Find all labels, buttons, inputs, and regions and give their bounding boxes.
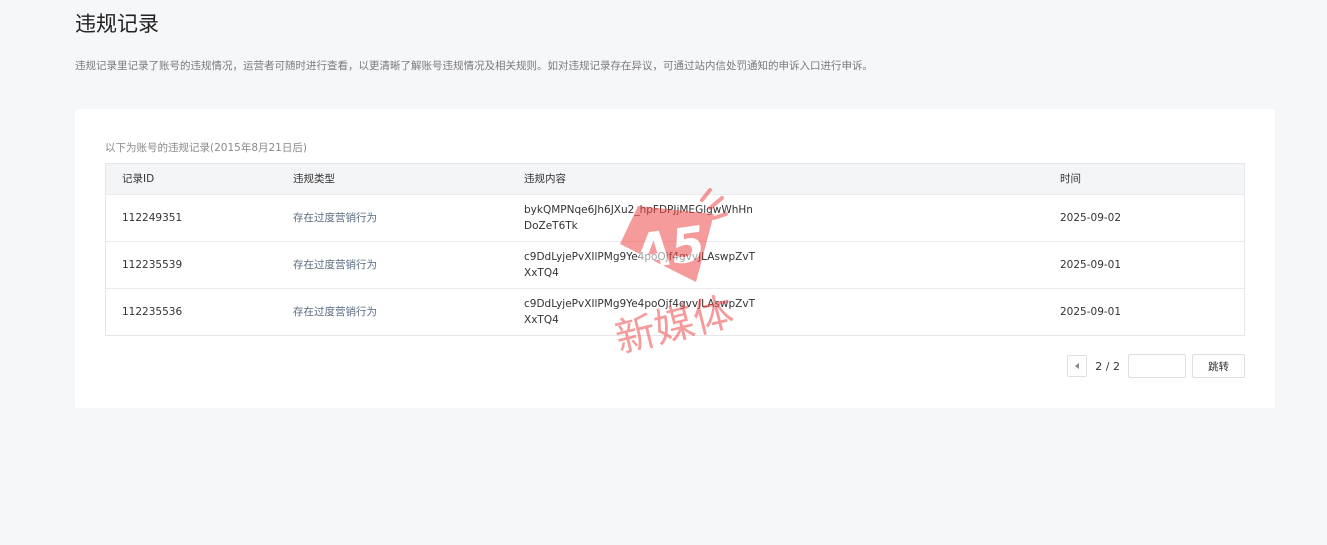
- column-header-content: 违规内容: [524, 173, 566, 186]
- page-info: 2 / 2: [1095, 359, 1120, 373]
- violation-content-cell: bykQMPNqe6Jh6JXu2_hpFDPJjMEGlgwWhHnDoZeT…: [508, 194, 1044, 241]
- record-time: 2025-09-01: [1060, 305, 1122, 318]
- record-time: 2025-09-02: [1060, 211, 1122, 224]
- table-row: 112235539 存在过度营销行为 c9DdLyjePvXIlPMg9Ye4p…: [106, 241, 1244, 288]
- violation-records-page: 违规记录 违规记录里记录了账号的违规情况，运营者可随时进行查看，以更清晰了解账号…: [0, 0, 1327, 545]
- page-title: 违规记录: [75, 12, 159, 36]
- records-table: 记录ID 违规类型 违规内容 时间 112249351 存在过度营销行为 byk…: [105, 163, 1245, 336]
- chevron-left-icon: [1075, 363, 1080, 369]
- record-id: 112235539: [122, 258, 183, 271]
- violation-content-cell: c9DdLyjePvXIlPMg9Ye4poOjf4gvvJLAswpZvTXx…: [508, 288, 1044, 335]
- table-row: 112249351 存在过度营销行为 bykQMPNqe6Jh6JXu2_hpF…: [106, 194, 1244, 241]
- prev-page-button[interactable]: [1067, 355, 1088, 377]
- record-id: 112235536: [122, 305, 183, 318]
- record-id: 112249351: [122, 211, 183, 224]
- violation-type: 存在过度营销行为: [293, 306, 377, 319]
- violation-content: c9DdLyjePvXIlPMg9Ye4poOjf4gvvJLAswpZvTXx…: [524, 250, 755, 279]
- violation-type: 存在过度营销行为: [293, 212, 377, 224]
- violation-content: c9DdLyjePvXIlPMg9Ye4poOjf4gvvJLAswpZvTXx…: [524, 297, 755, 326]
- page-description: 违规记录里记录了账号的违规情况，运营者可随时进行查看，以更清晰了解账号违规情况及…: [75, 60, 873, 72]
- record-time: 2025-09-01: [1060, 258, 1122, 271]
- page-number-input[interactable]: [1128, 354, 1186, 378]
- column-header-type: 违规类型: [293, 173, 335, 186]
- table-row: 112235536 存在过度营销行为 c9DdLyjePvXIlPMg9Ye4p…: [106, 288, 1244, 335]
- violation-content-cell: c9DdLyjePvXIlPMg9Ye4poOjf4gvvJLAswpZvTXx…: [508, 241, 1044, 288]
- column-header-id: 记录ID: [122, 173, 155, 186]
- pagination: 2 / 2 跳转: [1067, 354, 1245, 378]
- violation-type: 存在过度营销行为: [293, 259, 377, 271]
- column-header-time: 时间: [1060, 173, 1081, 186]
- violation-content: bykQMPNqe6Jh6JXu2_hpFDPJjMEGlgwWhHnDoZeT…: [524, 203, 753, 232]
- table-header-row: 记录ID 违规类型 违规内容 时间: [106, 164, 1244, 194]
- table-caption: 以下为账号的违规记录(2015年8月21日后): [105, 142, 307, 154]
- jump-button[interactable]: 跳转: [1192, 354, 1245, 378]
- records-card: 以下为账号的违规记录(2015年8月21日后) 记录ID 违规类型 违规内容 时…: [75, 109, 1275, 408]
